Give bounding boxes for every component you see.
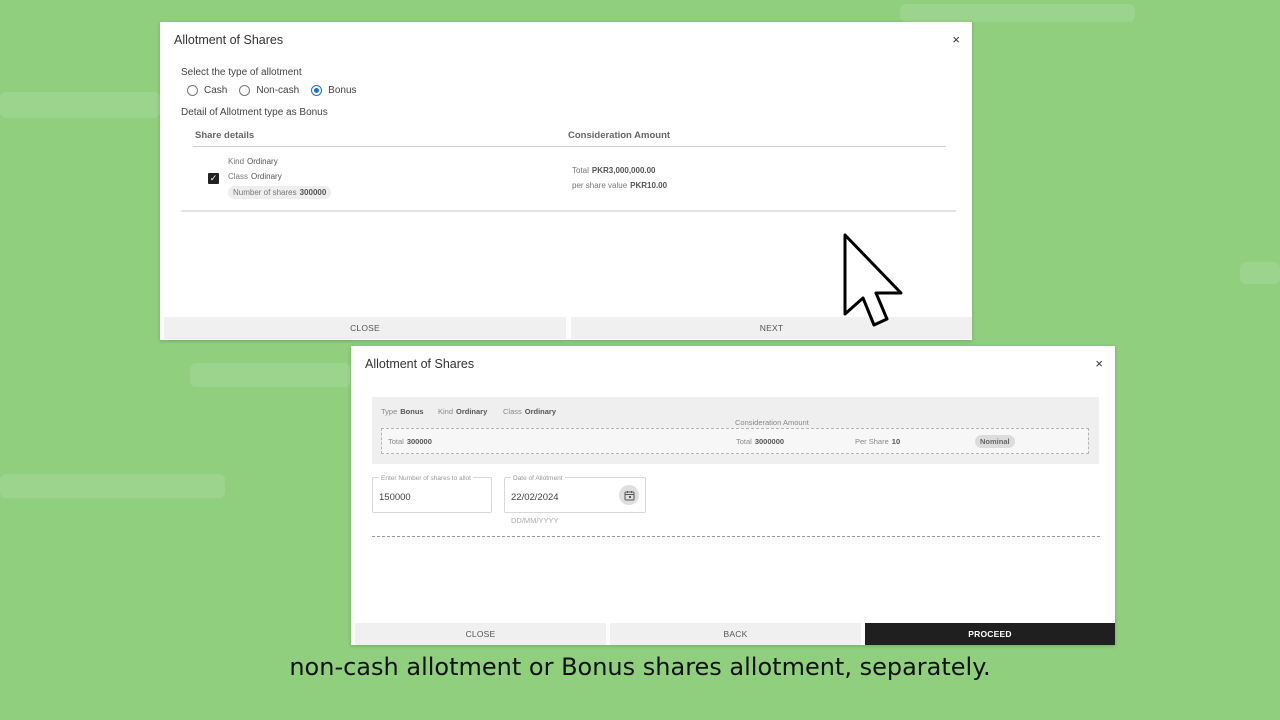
header-divider <box>193 146 946 147</box>
class-info: Class Ordinary <box>503 407 556 416</box>
kind-value: Ordinary <box>456 407 488 416</box>
close-icon[interactable]: × <box>952 32 960 47</box>
radio-non-cash[interactable]: Non-cash <box>239 85 299 96</box>
back-button[interactable]: BACK <box>610 623 861 645</box>
type-info: Type Bonus <box>381 407 424 416</box>
nominal-badge: Nominal <box>975 435 1015 448</box>
allotment-type-radio-group: Cash Non-cash Bonus <box>187 85 357 96</box>
consideration-total-info: Total 3000000 <box>736 437 784 446</box>
type-value: Bonus <box>400 407 424 416</box>
radio-label: Non-cash <box>256 85 300 96</box>
consideration-label: Consideration Amount <box>735 418 809 427</box>
field-label: Date of Allotment <box>511 475 565 482</box>
row-checkbox[interactable]: ✓ <box>208 173 219 184</box>
dialog-title: Allotment of Shares <box>174 33 284 47</box>
class-label: Class <box>228 172 249 181</box>
consideration-total-label: Total <box>736 437 752 446</box>
allotment-summary: Type Bonus Kind Ordinary Class Ordinary Con… <box>372 397 1099 464</box>
background-stripe <box>0 474 225 498</box>
kind-info: Kind Ordinary <box>228 157 278 166</box>
background-stripe <box>900 4 1135 22</box>
column-header-consideration: Consideration Amount <box>568 130 671 141</box>
select-type-label: Select the type of allotment <box>181 67 302 78</box>
detail-label: Detail of Allotment type as Bonus <box>181 107 328 118</box>
next-button[interactable]: NEXT <box>571 317 972 339</box>
per-share-label: per share value <box>572 181 628 190</box>
shares-chip: Number of shares 300000 <box>228 186 332 199</box>
radio-circle[interactable] <box>311 85 323 96</box>
shares-to-allot-input[interactable]: Enter Number of shares to allot 150000 <box>372 475 492 513</box>
allotment-details-dialog: Allotment of Shares × Type Bonus Kind Ordi… <box>351 346 1115 645</box>
dialog-title: Allotment of Shares <box>365 357 475 371</box>
radio-circle[interactable] <box>187 85 198 96</box>
field-value[interactable]: 150000 <box>379 492 411 503</box>
close-icon[interactable]: × <box>1095 356 1103 371</box>
radio-label: Cash <box>204 85 228 96</box>
field-label: Enter Number of shares to allot <box>379 475 473 482</box>
shares-value: 300000 <box>299 188 327 197</box>
radio-circle[interactable] <box>239 85 251 96</box>
class-value: Ordinary <box>251 172 282 181</box>
background-stripe <box>190 363 350 387</box>
proceed-button[interactable]: PROCEED <box>865 623 1115 645</box>
per-share-label: Per Share <box>855 437 889 446</box>
date-of-allotment-input[interactable]: Date of Allotment 22/02/2024 <box>504 475 646 513</box>
section-divider <box>372 536 1100 537</box>
calendar-icon[interactable] <box>619 485 639 505</box>
close-button[interactable]: CLOSE <box>355 623 606 645</box>
background-stripe <box>0 92 160 118</box>
per-share-value: 10 <box>891 437 901 446</box>
total-label: Total <box>572 166 589 175</box>
type-label: Type <box>381 407 398 416</box>
background-stripe <box>1240 262 1280 284</box>
radio-cash[interactable]: Cash <box>187 85 227 96</box>
mouse-cursor-icon <box>843 233 903 327</box>
close-button[interactable]: CLOSE <box>164 317 566 339</box>
class-value: Ordinary <box>524 407 557 416</box>
per-share-info: Per Share 10 <box>855 437 900 446</box>
total-shares-info: Total 300000 <box>388 437 432 446</box>
per-share-info: per share value PKR10.00 <box>572 181 667 190</box>
field-value[interactable]: 22/02/2024 <box>511 492 559 503</box>
kind-info: Kind Ordinary <box>438 407 487 416</box>
total-value: PKR3,000,000.00 <box>591 166 656 175</box>
kind-label: Kind <box>438 407 454 416</box>
radio-bonus[interactable]: Bonus <box>311 85 357 96</box>
per-share-value: PKR10.00 <box>630 181 668 190</box>
class-info: Class Ordinary <box>228 172 282 181</box>
shares-label: Number of shares <box>233 188 297 197</box>
total-value: 300000 <box>406 437 432 446</box>
date-format-hint: DD/MM/YYYY <box>511 516 559 525</box>
kind-value: Ordinary <box>247 157 278 166</box>
share-details-table: Share details Consideration Amount ✓ Kin… <box>181 122 956 212</box>
consideration-total-value: 3000000 <box>754 437 785 446</box>
summary-row: Total 300000 Total 3000000 Per Share 10 Nom… <box>381 428 1089 454</box>
total-label: Total <box>388 437 404 446</box>
class-label: Class <box>503 407 522 416</box>
total-info: Total PKR3,000,000.00 <box>572 166 656 175</box>
kind-label: Kind <box>228 157 245 166</box>
column-header-share-details: Share details <box>195 130 255 141</box>
radio-label: Bonus <box>328 85 357 96</box>
video-caption: non-cash allotment or Bonus shares allot… <box>289 653 991 681</box>
